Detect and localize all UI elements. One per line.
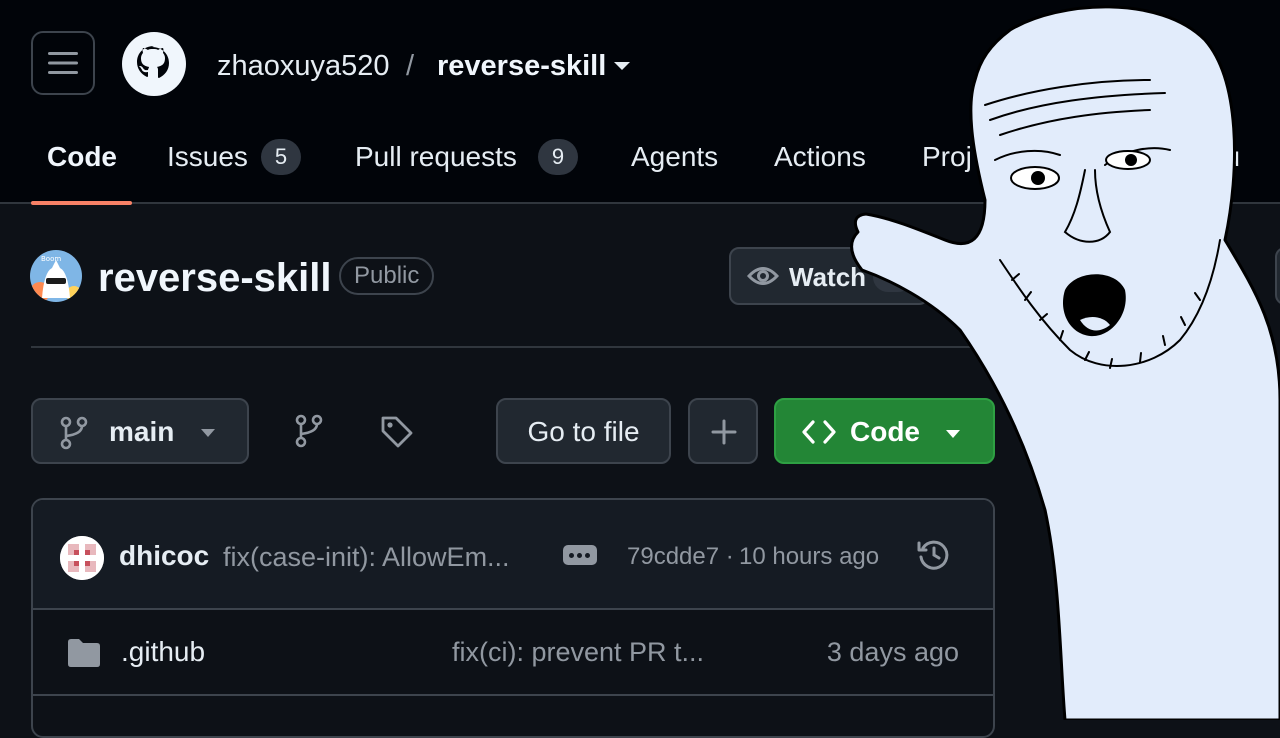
latest-commit-row: dhicoc fix(case-init): AllowEm... 79cdde… (33, 500, 993, 610)
commit-hash[interactable]: 79cdde7 · (627, 541, 734, 573)
chevron-down-icon (201, 429, 215, 437)
tab-partial[interactable]: nd qu (1170, 138, 1240, 176)
tab-agents[interactable]: Agents (631, 138, 718, 176)
tag-icon[interactable] (380, 415, 414, 449)
tab-pull-requests[interactable]: Pull requests (355, 138, 517, 176)
go-to-file-button[interactable]: Go to file (496, 398, 671, 464)
commit-time: 10 hours ago (739, 543, 880, 570)
github-logo-icon[interactable] (122, 32, 186, 96)
file-name[interactable]: .github (121, 634, 205, 670)
plus-icon (711, 419, 737, 445)
file-commit-message[interactable]: fix(ci): prevent PR t... (452, 634, 722, 670)
file-browser: dhicoc fix(case-init): AllowEm... 79cdde… (31, 498, 995, 738)
branch-selector[interactable]: main (31, 398, 249, 464)
breadcrumb-repo[interactable]: reverse-skill (437, 48, 606, 84)
pull-requests-count-badge: 9 (538, 139, 578, 175)
header-divider (31, 346, 1031, 348)
add-file-button[interactable] (688, 398, 758, 464)
file-row[interactable]: .github fix(ci): prevent PR t... 3 days … (33, 610, 993, 696)
tab-code[interactable]: Code (47, 138, 117, 176)
repo-title[interactable]: reverse-skill (98, 254, 332, 302)
file-commit-time: 3 days ago (826, 637, 959, 667)
code-button-label: Code (850, 416, 920, 447)
repo-action-button[interactable] (1275, 247, 1280, 305)
commit-author-avatar[interactable] (60, 536, 104, 580)
folder-icon (68, 639, 100, 667)
hamburger-icon (48, 52, 78, 74)
watch-button[interactable]: Watch (729, 247, 929, 305)
watch-count-badge (873, 262, 913, 292)
menu-button[interactable] (31, 31, 95, 95)
watch-label: Watch (789, 262, 867, 292)
commit-author[interactable]: dhicoc (119, 539, 209, 573)
branch-name: main (109, 416, 175, 447)
visibility-badge: Public (339, 257, 435, 295)
repo-header-bar: zhaoxuya520 / reverse-skill Code Issues … (0, 0, 1280, 205)
commit-message[interactable]: fix(case-init): AllowEm... (223, 540, 533, 574)
breadcrumb-owner[interactable]: zhaoxuya520 (217, 48, 390, 84)
branches-icon[interactable] (294, 414, 324, 448)
tab-issues[interactable]: Issues (167, 138, 248, 176)
chevron-down-icon (946, 430, 960, 438)
avatar-text: Boom (41, 255, 61, 263)
tab-projects[interactable]: Proj (922, 138, 972, 176)
go-to-file-label: Go to file (527, 416, 640, 447)
active-tab-indicator (31, 201, 132, 205)
repo-switcher-caret-icon[interactable] (612, 59, 632, 73)
repo-owner-avatar[interactable]: Boom (30, 250, 82, 302)
breadcrumb-separator: / (406, 50, 415, 82)
tab-actions[interactable]: Actions (774, 138, 866, 176)
eye-icon (747, 267, 779, 285)
expand-commit-message-button[interactable] (563, 545, 597, 565)
code-brackets-icon (802, 420, 836, 444)
code-button[interactable]: Code (774, 398, 995, 464)
git-branch-icon (60, 416, 88, 450)
issues-count-badge: 5 (261, 139, 301, 175)
history-icon[interactable] (917, 538, 951, 572)
